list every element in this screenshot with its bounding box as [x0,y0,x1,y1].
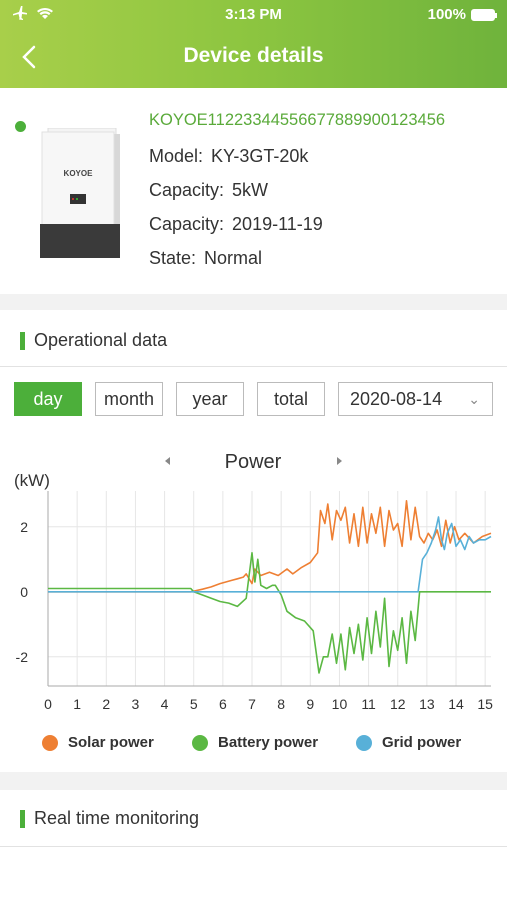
legend-swatch [42,734,58,751]
section-marker [20,809,25,828]
x-tick-label: 12 [390,696,406,712]
state-label: State: [149,248,197,268]
brand-logo: KOYOE [64,169,94,178]
x-tick-label: 13 [419,696,435,712]
header: 3:13 PM 100% Device details [0,0,507,88]
y-tick-label: 0 [20,584,28,600]
date-label: Capacity: [149,214,225,234]
online-status-dot [15,121,26,132]
chart-legend: Solar power Battery power Grid power [0,734,507,756]
y-tick-label: -2 [16,649,29,665]
battery-percent: 100% [427,6,466,23]
legend-item-grid-power[interactable]: Grid power [356,734,461,751]
status-right: 100% [427,6,497,23]
device-card: KOYOE KOYOE11223344556677889900123456 Mo… [0,88,507,294]
series-line-battery-power [48,552,491,674]
capacity-row: Capacity: 5kW [149,180,268,201]
legend-swatch [356,734,372,751]
chevron-down-icon: ⌄ [468,391,480,407]
state-row: State: Normal [149,248,262,269]
x-tick-label: 9 [306,696,314,712]
operational-data-title: Operational data [34,330,168,350]
next-arrow-icon [337,457,342,465]
x-tick-label: 11 [361,696,376,712]
prev-arrow-icon [165,457,170,465]
x-tick-label: 7 [248,696,256,712]
model-label: Model: [149,146,204,166]
capacity-value: 5kW [232,180,269,200]
legend-label: Solar power [68,734,154,751]
tab-day[interactable]: day [14,382,82,416]
real-time-monitoring-section: Real time monitoring [0,790,507,900]
tab-month[interactable]: month [95,382,163,416]
status-bar: 3:13 PM 100% [0,0,507,30]
tab-year[interactable]: year [176,382,244,416]
legend-label: Battery power [218,734,319,751]
chart-title: Power [225,451,282,473]
legend-item-battery-power[interactable]: Battery power [192,734,318,751]
series-line-solar-power [48,500,492,593]
x-tick-label: 14 [448,696,464,712]
page-title: Device details [183,44,324,67]
x-tick-label: 15 [477,696,493,712]
battery-icon [471,8,497,21]
legend-item-solar-power[interactable]: Solar power [42,734,154,751]
legend-label: Grid power [382,734,462,751]
device-serial: KOYOE11223344556677889900123456 [149,111,446,129]
state-value: Normal [204,248,263,268]
series-line-grid-power [48,516,492,593]
date-row: Capacity: 2019-11-19 [149,214,323,235]
power-chart: Power(kW)20-20 1 2 3 4 5 6 7 8 9 10 11 12 13 14 15 [14,451,493,712]
real-time-heading: Real time monitoring [20,808,199,829]
operational-data-section: Operational data day month year total 20… [0,310,507,772]
divider [0,366,507,367]
date-value: 2019-11-19 [232,214,323,234]
x-tick-label: 10 [332,696,348,712]
x-tick-label: 4 [161,696,169,712]
model-row: Model: KY-3GT-20k [149,146,308,167]
x-tick-label: 8 [277,696,285,712]
divider [0,846,507,847]
section-marker [20,331,25,350]
date-picker[interactable]: 2020-08-14 ⌄ [338,382,493,416]
x-tick-label: 0 [44,696,52,712]
x-tick-label: 6 [219,696,227,712]
operational-data-heading: Operational data [20,330,167,351]
inverter-image: KOYOE [40,128,120,258]
model-value: KY-3GT-20k [211,146,309,166]
real-time-title: Real time monitoring [34,808,200,828]
x-tick-label: 5 [190,696,198,712]
tab-total[interactable]: total [257,382,325,416]
y-axis-label: (kW) [14,471,50,490]
x-tick-label: 2 [102,696,110,712]
capacity-label: Capacity: [149,180,225,200]
date-picker-value: 2020-08-14 [350,389,443,409]
y-tick-label: 2 [20,519,28,535]
x-tick-label: 3 [132,696,140,712]
x-tick-label: 1 [73,696,81,712]
legend-swatch [192,734,208,751]
